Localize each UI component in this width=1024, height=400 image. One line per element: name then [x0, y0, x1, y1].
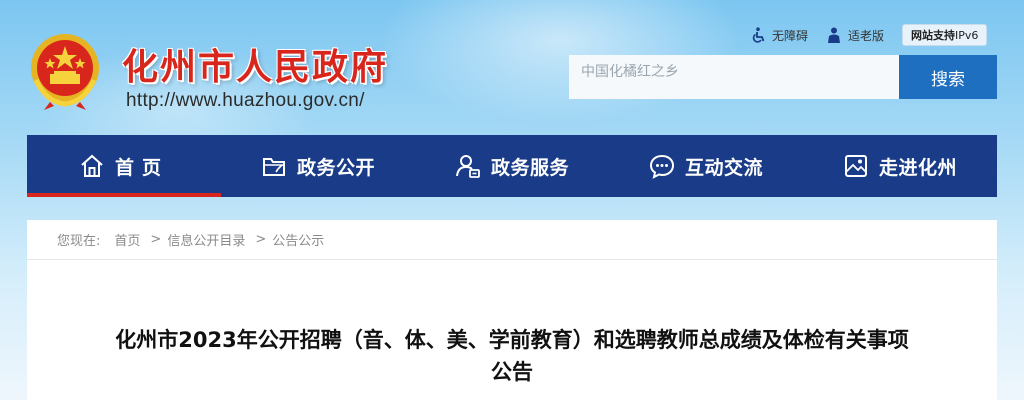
ipv6-prefix: 网站支持	[911, 29, 956, 42]
ipv6-suffix: IPv6	[955, 29, 979, 42]
elder-mode-link[interactable]: 适老版	[826, 27, 884, 44]
person-icon	[828, 27, 841, 43]
picture-icon	[844, 155, 867, 177]
nav-label-government-affairs: 政务公开	[296, 156, 375, 179]
article-title-line-1: 化州市2023年公开招聘（音、体、美、学前教育）和选聘教师总成绩及体检有关事项	[115, 328, 909, 352]
wheelchair-icon	[752, 27, 765, 43]
breadcrumb-item-info-catalog[interactable]: 信息公开目录	[167, 230, 245, 249]
nav-item-government-services[interactable]: 政务服务	[415, 135, 609, 197]
accessibility-label: 无障碍	[772, 28, 809, 43]
top-links: 无障碍 适老版 网站支持IPv6	[750, 24, 988, 46]
nav-label-home: 首页	[114, 156, 169, 179]
accessibility-link[interactable]: 无障碍	[750, 27, 808, 44]
folder-icon	[262, 158, 285, 176]
breadcrumb-separator: >	[150, 232, 162, 247]
nav-label-interaction: 互动交流	[684, 156, 763, 179]
nav-item-about-huazhou[interactable]: 走进化州	[803, 135, 997, 197]
user-service-icon	[455, 155, 480, 178]
article-title: 化州市2023年公开招聘（音、体、美、学前教育）和选聘教师总成绩及体检有关事项 …	[27, 324, 997, 388]
breadcrumb-item-announcements[interactable]: 公告公示	[272, 230, 324, 249]
breadcrumb-separator: >	[255, 232, 267, 247]
national-emblem-icon	[26, 30, 104, 112]
breadcrumb-item-home[interactable]: 首页	[114, 230, 140, 249]
site-title[interactable]: 化州市人民政府	[122, 38, 388, 90]
nav-item-interaction[interactable]: 互动交流	[609, 135, 803, 197]
nav-item-home[interactable]: 首页	[27, 135, 221, 197]
elder-mode-label: 适老版	[848, 28, 885, 43]
search-input[interactable]	[569, 55, 899, 99]
nav-label-government-services: 政务服务	[490, 156, 569, 179]
breadcrumb: 您现在: 首页 > 信息公开目录 > 公告公示	[27, 220, 997, 260]
nav-item-government-affairs[interactable]: 政务公开	[221, 135, 415, 197]
content-panel: 您现在: 首页 > 信息公开目录 > 公告公示 化州市2023年公开招聘（音、体…	[27, 220, 997, 400]
chat-icon	[649, 154, 674, 179]
ipv6-badge: 网站支持IPv6	[902, 24, 988, 46]
search-button[interactable]: 搜索	[899, 55, 997, 99]
nav-label-about-huazhou: 走进化州	[878, 156, 957, 179]
breadcrumb-prefix: 您现在:	[57, 234, 101, 249]
site-url[interactable]: http://www.huazhou.gov.cn/	[126, 90, 365, 112]
home-icon	[81, 154, 103, 177]
article-title-line-2: 公告	[491, 360, 533, 384]
main-nav: 首页 政务公开 政务服务 互动交流 走进化州	[27, 135, 997, 197]
